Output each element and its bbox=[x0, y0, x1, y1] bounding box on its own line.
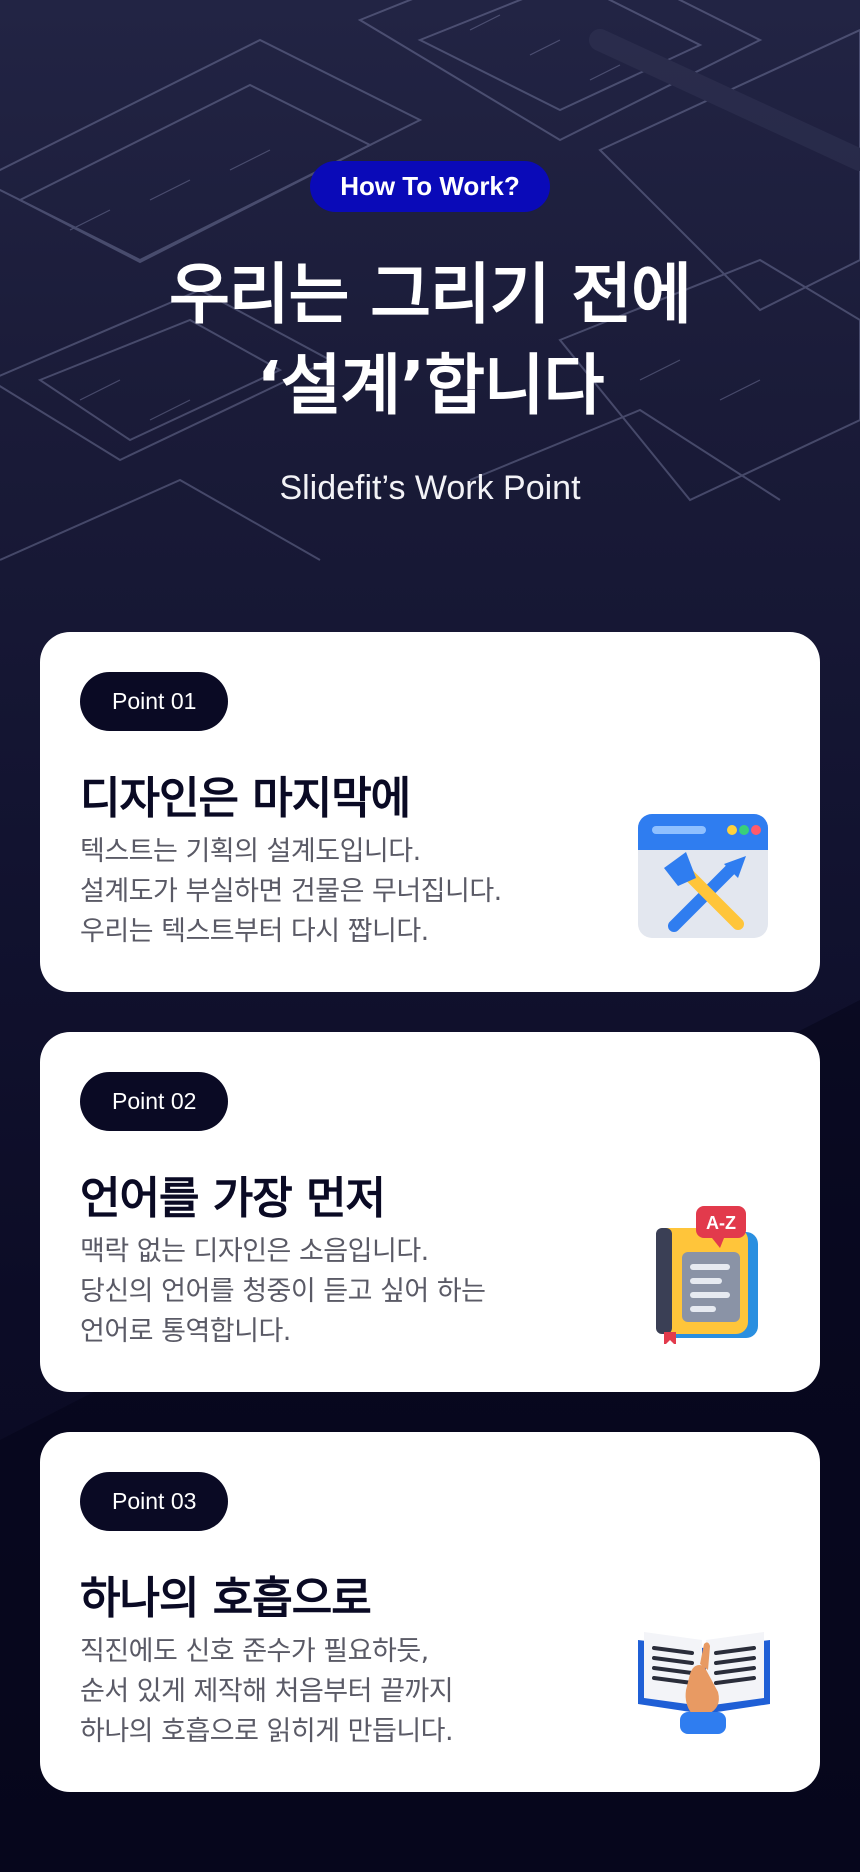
point-card-2: Point 02 언어를 가장 먼저 맥락 없는 디자인은 소음입니다. 당신의… bbox=[40, 1032, 820, 1392]
open-book-reading-icon bbox=[638, 1632, 770, 1734]
headline-line-2: ‘설계’합니다 bbox=[256, 347, 605, 424]
point-badge: Point 02 bbox=[80, 1072, 229, 1131]
headline-line-1: 우리는 그리기 전에 bbox=[169, 256, 692, 333]
point-description: 직진에도 신호 준수가 필요하듯, 순서 있게 제작해 처음부터 끝까지 하나의… bbox=[80, 1632, 454, 1752]
description-line: 하나의 호흡으로 읽히게 만듭니다. bbox=[80, 1716, 454, 1747]
subtitle: Slidefit’s Work Point bbox=[279, 469, 581, 507]
point-card-3: Point 03 하나의 호흡으로 직진에도 신호 준수가 필요하듯, 순서 있… bbox=[40, 1432, 820, 1792]
how-to-work-badge: How To Work? bbox=[310, 161, 550, 212]
point-badge: Point 01 bbox=[80, 672, 229, 731]
point-title: 디자인은 마지막에 bbox=[80, 773, 411, 824]
point-title: 언어를 가장 먼저 bbox=[80, 1173, 386, 1224]
description-line: 직진에도 신호 준수가 필요하듯, bbox=[80, 1636, 429, 1667]
description-line: 우리는 텍스트부터 다시 짭니다. bbox=[80, 916, 429, 947]
description-line: 순서 있게 제작해 처음부터 끝까지 bbox=[80, 1676, 454, 1707]
point-card-1: Point 01 디자인은 마지막에 텍스트는 기획의 설계도입니다. 설계도가… bbox=[40, 632, 820, 992]
dictionary-book-icon: A-Z bbox=[656, 1206, 758, 1344]
description-line: 언어로 통역합니다. bbox=[80, 1316, 291, 1347]
a-z-label: A-Z bbox=[706, 1213, 736, 1233]
design-tools-icon bbox=[638, 814, 768, 938]
description-line: 당신의 언어를 청중이 듣고 싶어 하는 bbox=[80, 1276, 486, 1307]
point-description: 텍스트는 기획의 설계도입니다. 설계도가 부실하면 건물은 무너집니다. 우리… bbox=[80, 832, 502, 952]
description-line: 맥락 없는 디자인은 소음입니다. bbox=[80, 1236, 429, 1267]
point-description: 맥락 없는 디자인은 소음입니다. 당신의 언어를 청중이 듣고 싶어 하는 언… bbox=[80, 1232, 486, 1352]
page: How To Work? 우리는 그리기 전에 ‘설계’합니다 Slidefit… bbox=[0, 0, 860, 1872]
description-line: 텍스트는 기획의 설계도입니다. bbox=[80, 836, 421, 867]
description-line: 설계도가 부실하면 건물은 무너집니다. bbox=[80, 876, 502, 907]
point-badge: Point 03 bbox=[80, 1472, 229, 1531]
point-title: 하나의 호흡으로 bbox=[80, 1573, 372, 1624]
